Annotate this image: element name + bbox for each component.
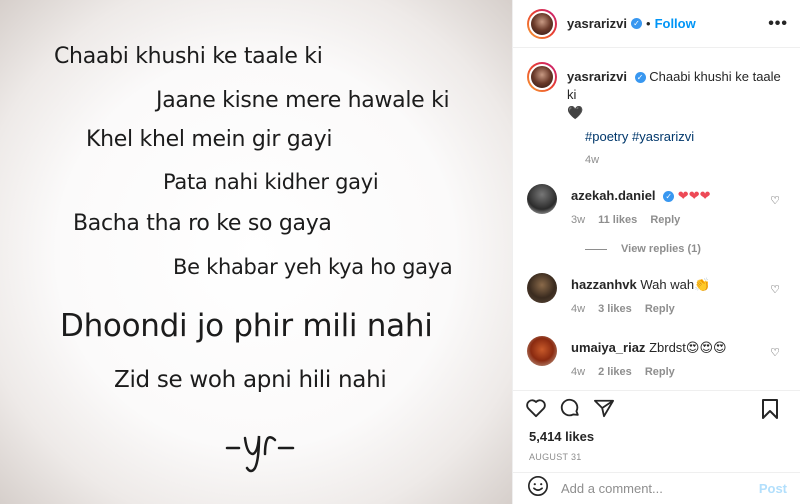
reply-button[interactable]: Reply: [645, 366, 675, 378]
separator-dot: •: [646, 16, 651, 31]
divider: [585, 248, 607, 250]
poem-line: Zid se woh apni hili nahi: [114, 367, 387, 393]
black-heart-emoji: 🖤: [567, 105, 584, 120]
post-side-panel: yasrarizvi ✓ • Follow ••• yasrarizvi ✓ C…: [512, 0, 800, 504]
comment-input[interactable]: [561, 481, 759, 496]
comment: azekah.daniel ✓ ❤❤❤ 3w 11 likes Reply ♡: [527, 184, 786, 229]
comment-text: ❤❤❤: [677, 188, 711, 203]
poem-line: Pata nahi kidher gayi: [163, 170, 379, 194]
avatar[interactable]: [527, 62, 557, 92]
avatar[interactable]: [527, 273, 557, 303]
like-heart-icon[interactable]: ♡: [770, 283, 780, 296]
share-icon[interactable]: [589, 394, 619, 422]
hashtags: #poetry #yasrarizvi: [585, 129, 786, 144]
likes-count[interactable]: 5,414 likes: [529, 429, 793, 444]
verified-badge-icon: ✓: [663, 191, 675, 202]
comment-likes[interactable]: 2 likes: [598, 366, 632, 378]
comment-text: Zbrdst😍😍😍: [649, 340, 727, 355]
avatar[interactable]: [527, 184, 557, 214]
poem-line: Jaane kisne mere hawale ki: [156, 88, 450, 113]
comment-icon[interactable]: [555, 394, 585, 422]
avatar[interactable]: [527, 8, 557, 39]
post-image[interactable]: Chaabi khushi ke taale ki Jaane kisne me…: [0, 0, 512, 504]
emoji-icon[interactable]: [527, 475, 549, 502]
poem-line: Be khabar yeh kya ho gaya: [173, 255, 453, 279]
heart-icon[interactable]: [521, 394, 551, 422]
view-replies-label[interactable]: View replies (1): [621, 243, 701, 255]
avatar[interactable]: [527, 336, 557, 366]
comment-username[interactable]: azekah.daniel: [571, 188, 656, 203]
like-heart-icon[interactable]: ♡: [770, 194, 780, 207]
more-horizontal-icon[interactable]: •••: [768, 15, 788, 33]
bookmark-icon[interactable]: [755, 395, 785, 423]
comments-section: yasrarizvi ✓ Chaabi khushi ke taale ki 🖤…: [513, 48, 800, 384]
caption: yasrarizvi ✓ Chaabi khushi ke taale ki 🖤: [527, 62, 786, 122]
comment-time[interactable]: 4w: [571, 303, 585, 315]
comment: umaiya_riaz Zbrdst😍😍😍 4w 2 likes Reply ♡: [527, 336, 786, 381]
post-date[interactable]: AUGUST 31: [529, 452, 793, 462]
signature-mark: [225, 435, 295, 473]
post-button[interactable]: Post: [759, 481, 787, 496]
poem-line: Chaabi khushi ke taale ki: [54, 44, 323, 69]
comment: hazzanhvk Wah wah👏 4w 3 likes Reply ♡: [527, 273, 786, 318]
post-actions: 5,414 likes AUGUST 31: [513, 390, 800, 462]
verified-badge-icon: ✓: [631, 18, 642, 29]
poem-line: Bacha tha ro ke so gaya: [73, 211, 332, 236]
comment-username[interactable]: umaiya_riaz: [571, 340, 645, 355]
comment-time[interactable]: 3w: [571, 214, 585, 226]
like-heart-icon[interactable]: ♡: [770, 346, 780, 359]
poem-line: Khel khel mein gir gayi: [86, 127, 333, 152]
add-comment-bar: Post: [513, 472, 800, 504]
comment-time[interactable]: 4w: [571, 366, 585, 378]
comment-username[interactable]: hazzanhvk: [571, 277, 637, 292]
verified-badge-icon: ✓: [634, 72, 646, 83]
comment-likes[interactable]: 11 likes: [598, 214, 637, 226]
reply-button[interactable]: Reply: [650, 214, 680, 226]
caption-time[interactable]: 4w: [585, 154, 786, 166]
reply-button[interactable]: Reply: [645, 303, 675, 315]
post-header: yasrarizvi ✓ • Follow •••: [513, 0, 800, 48]
hashtag-link[interactable]: #yasrarizvi: [632, 129, 694, 144]
comment-likes[interactable]: 3 likes: [598, 303, 632, 315]
comment-text: Wah wah👏: [640, 277, 711, 292]
view-replies-button[interactable]: View replies (1): [585, 243, 786, 255]
follow-button[interactable]: Follow: [655, 16, 696, 31]
poem-line: Dhoondi jo phir mili nahi: [60, 308, 433, 344]
caption-username[interactable]: yasrarizvi: [567, 69, 627, 84]
header-username[interactable]: yasrarizvi: [567, 16, 627, 31]
hashtag-link[interactable]: #poetry: [585, 129, 628, 144]
